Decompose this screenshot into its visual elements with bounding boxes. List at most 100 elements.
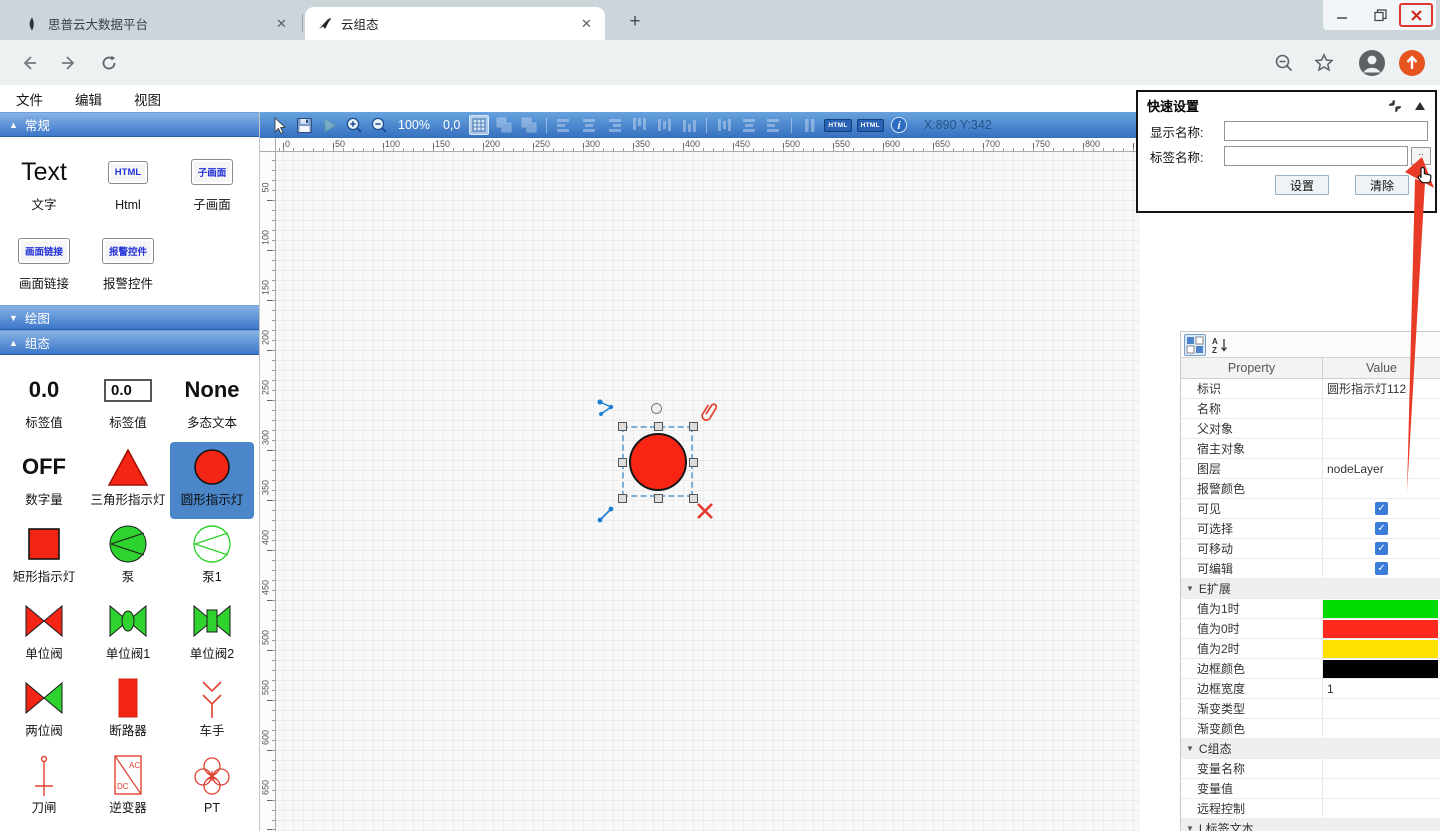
property-group-row[interactable]: ▼L标签文本 — [1181, 819, 1440, 831]
checkbox-checked-icon[interactable]: ✓ — [1375, 562, 1388, 575]
delete-x-icon[interactable] — [696, 502, 716, 522]
design-canvas[interactable] — [276, 152, 1140, 831]
property-row[interactable]: 可编辑✓ — [1181, 559, 1440, 579]
selection-handle[interactable] — [689, 458, 698, 467]
section-header-drawing[interactable]: ▼ 绘图 — [0, 305, 259, 330]
html-export-button[interactable]: HTML — [824, 119, 851, 132]
selection-handle[interactable] — [618, 458, 627, 467]
property-row[interactable]: 宿主对象 — [1181, 439, 1440, 459]
dock-collapse-icon[interactable] — [1388, 99, 1402, 113]
palette-scada-item-inverter[interactable]: ACDC逆变器 — [86, 750, 170, 827]
palette-general-item-button[interactable]: 子画面子画面 — [170, 147, 254, 226]
close-button[interactable] — [1399, 3, 1433, 27]
categorized-view-icon[interactable] — [1184, 334, 1206, 356]
html-export-button[interactable]: HTML — [857, 119, 884, 132]
group-triangle-icon[interactable]: ▼ — [1186, 744, 1194, 753]
palette-scada-item-rect-indicator[interactable]: 矩形指示灯 — [2, 519, 86, 596]
palette-scada-item-big-text[interactable]: None多态文本 — [170, 365, 254, 442]
palette-general-item-button[interactable]: HTMLHtml — [86, 147, 170, 226]
grid-toggle-icon[interactable] — [469, 115, 489, 135]
palette-scada-item-knife-switch[interactable]: 刀闸 — [2, 750, 86, 827]
property-row[interactable]: 边框颜色 — [1181, 659, 1440, 679]
property-value[interactable]: nodeLayer — [1323, 459, 1440, 478]
section-header-scada[interactable]: ▲ 组态 — [0, 330, 259, 355]
reload-icon[interactable] — [94, 48, 124, 78]
property-value[interactable] — [1323, 759, 1440, 778]
property-group-row[interactable]: ▼C组态 — [1181, 739, 1440, 759]
selection-handle[interactable] — [618, 422, 627, 431]
property-value[interactable] — [1323, 779, 1440, 798]
zoom-out-page-icon[interactable] — [1270, 49, 1298, 77]
collapse-up-icon[interactable] — [1414, 101, 1426, 111]
color-swatch[interactable] — [1323, 620, 1438, 638]
selection-handle[interactable] — [689, 494, 698, 503]
palette-scada-item-handcart[interactable]: 车手 — [170, 673, 254, 750]
select-tool-icon[interactable] — [269, 115, 289, 135]
property-row[interactable]: 值为1时 — [1181, 599, 1440, 619]
property-row[interactable]: 报警颜色 — [1181, 479, 1440, 499]
tab-close-icon[interactable]: ✕ — [578, 15, 595, 32]
section-header-general[interactable]: ▲ 常规 — [0, 112, 259, 137]
circle-indicator-object[interactable] — [629, 433, 687, 491]
selection-handle[interactable] — [689, 422, 698, 431]
property-row[interactable]: 变量名称 — [1181, 759, 1440, 779]
palette-scada-item-big-text[interactable]: 0.0标签值 — [2, 365, 86, 442]
palette-general-item-text[interactable]: Text文字 — [2, 147, 86, 226]
property-value[interactable]: 1 — [1323, 679, 1440, 698]
property-row[interactable]: 值为0时 — [1181, 619, 1440, 639]
checkbox-checked-icon[interactable]: ✓ — [1375, 522, 1388, 535]
palette-general-item-button[interactable]: 画面链接画面链接 — [2, 226, 86, 305]
property-value[interactable]: 圆形指示灯112 — [1323, 379, 1440, 398]
palette-scada-item-big-text[interactable]: OFF数字量 — [2, 442, 86, 519]
property-row[interactable]: 渐变类型 — [1181, 699, 1440, 719]
forward-icon[interactable] — [54, 48, 84, 78]
profile-avatar[interactable] — [1358, 49, 1386, 77]
property-row[interactable]: 图层nodeLayer — [1181, 459, 1440, 479]
display-name-input[interactable] — [1224, 121, 1428, 141]
tag-name-input[interactable] — [1224, 146, 1408, 166]
connect-tool-icon[interactable] — [596, 398, 616, 418]
property-row[interactable]: 变量值 — [1181, 779, 1440, 799]
palette-scada-item-valve-red[interactable]: 单位阀 — [2, 596, 86, 673]
save-icon[interactable] — [294, 115, 314, 135]
property-row[interactable]: 值为2时 — [1181, 639, 1440, 659]
menu-item-1[interactable]: 文件 — [16, 89, 43, 109]
property-row[interactable]: 渐变颜色 — [1181, 719, 1440, 739]
clear-button[interactable]: 清除 — [1355, 175, 1409, 195]
set-button[interactable]: 设置 — [1275, 175, 1329, 195]
palette-scada-item-pump-outline[interactable]: 泵1 — [170, 519, 254, 596]
menu-item-2[interactable]: 编辑 — [75, 89, 102, 109]
property-row[interactable]: 可见✓ — [1181, 499, 1440, 519]
selection-handle[interactable] — [654, 422, 663, 431]
palette-scada-item-box-text[interactable]: 0.0标签值 — [86, 365, 170, 442]
property-value[interactable] — [1323, 699, 1440, 718]
property-group-row[interactable]: ▼E扩展 — [1181, 579, 1440, 599]
color-swatch[interactable] — [1323, 660, 1438, 678]
rotate-handle[interactable] — [651, 403, 662, 414]
property-row[interactable]: 父对象 — [1181, 419, 1440, 439]
restore-button[interactable] — [1361, 1, 1399, 29]
palette-scada-item-circle-indicator[interactable]: 圆形指示灯 — [170, 442, 254, 519]
property-value[interactable] — [1323, 799, 1440, 818]
palette-scada-item-triangle-indicator[interactable]: 三角形指示灯 — [86, 442, 170, 519]
property-row[interactable]: 远程控制 — [1181, 799, 1440, 819]
tag-browse-button[interactable]: .. — [1411, 147, 1431, 165]
bookmark-star-icon[interactable] — [1310, 49, 1338, 77]
browser-update-icon[interactable] — [1398, 49, 1426, 77]
property-value[interactable] — [1323, 479, 1440, 498]
group-triangle-icon[interactable]: ▼ — [1186, 584, 1194, 593]
zoom-out-icon[interactable] — [369, 115, 389, 135]
palette-scada-item-valve-two-color[interactable]: 两位阀 — [2, 673, 86, 750]
property-value[interactable] — [1323, 719, 1440, 738]
palette-scada-item-valve-green-rect[interactable]: 单位阀2 — [170, 596, 254, 673]
property-row[interactable]: 标识圆形指示灯112 — [1181, 379, 1440, 399]
property-row[interactable]: 名称 — [1181, 399, 1440, 419]
palette-general-item-button[interactable]: 报警控件报警控件 — [86, 226, 170, 305]
color-swatch[interactable] — [1323, 600, 1438, 618]
group-triangle-icon[interactable]: ▼ — [1186, 824, 1194, 831]
palette-scada-item-valve-green-oval[interactable]: 单位阀1 — [86, 596, 170, 673]
palette-scada-item-breaker[interactable]: 断路器 — [86, 673, 170, 750]
menu-item-3[interactable]: 视图 — [134, 89, 161, 109]
line-tool-icon[interactable] — [596, 504, 616, 524]
info-icon[interactable]: i — [889, 115, 909, 135]
